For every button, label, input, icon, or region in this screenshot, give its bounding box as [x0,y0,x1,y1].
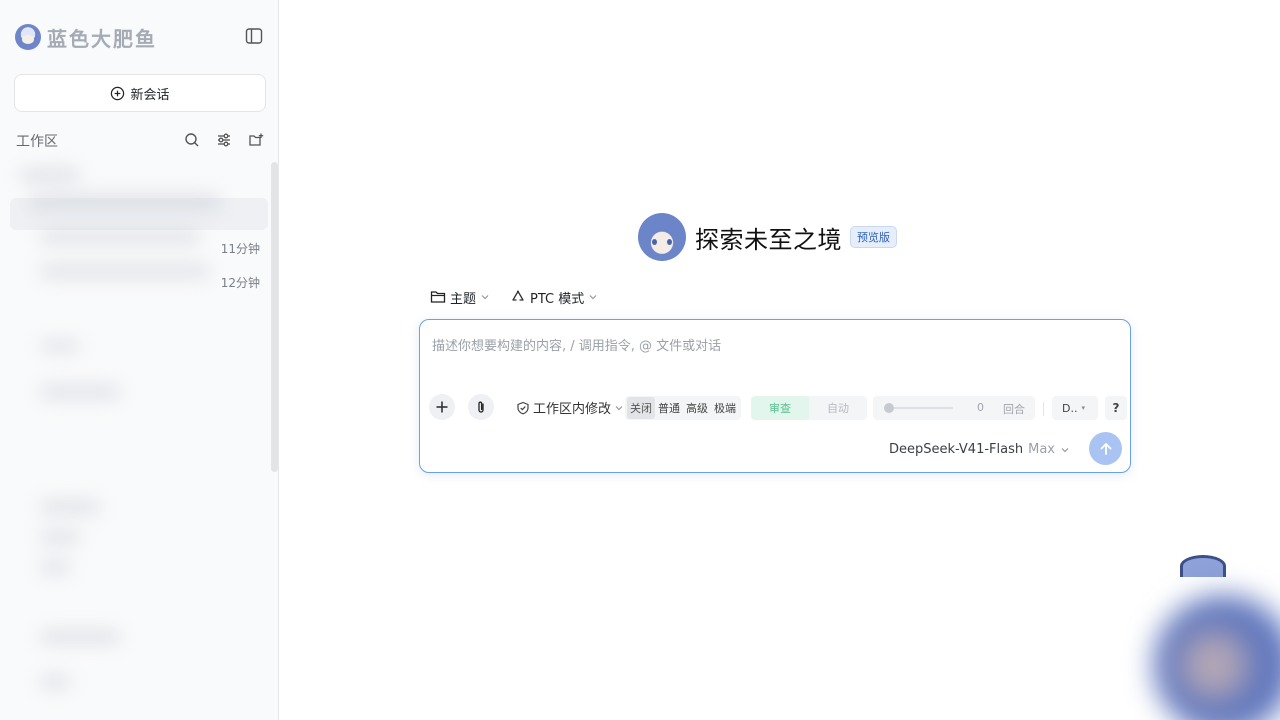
blurred-item [40,675,70,689]
preview-badge: 预览版 [850,226,897,248]
blurred-item [40,264,210,278]
model-selector[interactable]: DeepSeek-V41-Flash Max [889,442,1070,457]
thinking-level-segment: 关闭 普通 高级 极端 [625,396,741,420]
filter-settings-icon[interactable] [214,130,234,150]
plus-circle-icon [111,86,125,100]
caret-icon: ▾ [1081,404,1085,412]
thinking-option-advanced[interactable]: 高级 [683,397,711,419]
blurred-item [40,340,80,352]
topic-dropdown[interactable]: 主题 [430,288,490,307]
help-button[interactable]: ? [1105,396,1127,420]
hero-title: 探索未至之境 [695,225,842,254]
thinking-option-extreme[interactable]: 极端 [711,397,739,419]
blurred-item [40,230,200,244]
mode-label: PTC 模式 [530,291,585,307]
blurred-item [40,560,70,574]
composer-toolbar: 工作区内修改 关闭 普通 高级 极端 审查 自动 0 回合 D.. ▾ ? [428,394,1128,422]
plus-icon [436,401,448,413]
new-chat-button[interactable]: 新会话 [14,74,266,112]
hero: 探索未至之境 预览版 [638,212,897,262]
review-segment: 审查 自动 [751,396,867,420]
arrow-up-icon [1100,442,1111,455]
workspace-title: 工作区 [16,134,58,150]
conversation-time: 11分钟 [220,242,260,256]
blurred-item [40,530,80,544]
review-option-review[interactable]: 审查 [751,396,809,420]
send-button[interactable] [1089,432,1122,465]
chevron-down-icon [1061,447,1069,452]
rounds-slider-track[interactable] [885,407,953,409]
blurred-item [40,385,120,399]
brand[interactable]: 蓝色大肥鱼 [15,22,157,52]
options-row: 主题 PTC 模式 [430,287,598,307]
mascot-headphones [1180,555,1226,577]
brand-avatar [15,24,41,50]
new-folder-icon[interactable] [246,130,266,150]
toolbar-divider [1043,402,1044,416]
mode-dropdown[interactable]: PTC 模式 [510,288,598,307]
chevron-down-icon [481,295,489,300]
sidebar-toggle-icon[interactable] [244,26,264,46]
model-tier: Max [1028,442,1055,457]
sidebar-scrollbar[interactable] [271,162,278,472]
mascot-face [1179,630,1249,700]
d-select-value: D.. [1062,401,1078,415]
rounds-unit: 回合 [1003,403,1025,416]
folder-icon [430,291,446,303]
blurred-item [40,630,120,644]
rounds-control: 0 回合 [873,396,1035,420]
permission-dropdown[interactable]: 工作区内修改 [516,398,624,417]
blurred-item [40,500,100,514]
search-icon[interactable] [182,130,202,150]
conversation-time: 12分钟 [220,276,260,290]
blurred-item [30,194,220,210]
new-chat-label: 新会话 [130,87,170,103]
chevron-down-icon [615,405,623,410]
chevron-down-icon [589,295,597,300]
rounds-value: 0 [977,401,984,414]
thinking-option-normal[interactable]: 普通 [655,397,683,419]
review-option-auto[interactable]: 自动 [809,396,867,420]
topic-label: 主题 [450,291,477,307]
permission-label: 工作区内修改 [533,402,612,417]
add-button[interactable] [429,394,455,420]
prompt-input[interactable] [432,336,1112,356]
mascot-image [1104,555,1280,720]
blurred-item [20,168,80,182]
sidebar: 蓝色大肥鱼 新会话 工作区 11分钟 12分钟 [0,0,279,720]
paperclip-icon [478,401,484,413]
thinking-option-off[interactable]: 关闭 [627,397,655,419]
rounds-slider-knob[interactable] [884,403,894,413]
d-select[interactable]: D.. ▾ [1052,396,1098,420]
shield-check-icon [517,401,529,414]
brand-name: 蓝色大肥鱼 [47,26,157,51]
attach-button[interactable] [468,394,494,420]
recycle-icon [512,290,524,301]
workspace-header: 工作区 [16,130,266,152]
composer: 工作区内修改 关闭 普通 高级 极端 审查 自动 0 回合 D.. ▾ ? De… [419,319,1131,473]
conversation-list: 11分钟 12分钟 [0,160,268,720]
hero-avatar [638,213,686,261]
model-name: DeepSeek-V41-Flash [888,442,1024,457]
